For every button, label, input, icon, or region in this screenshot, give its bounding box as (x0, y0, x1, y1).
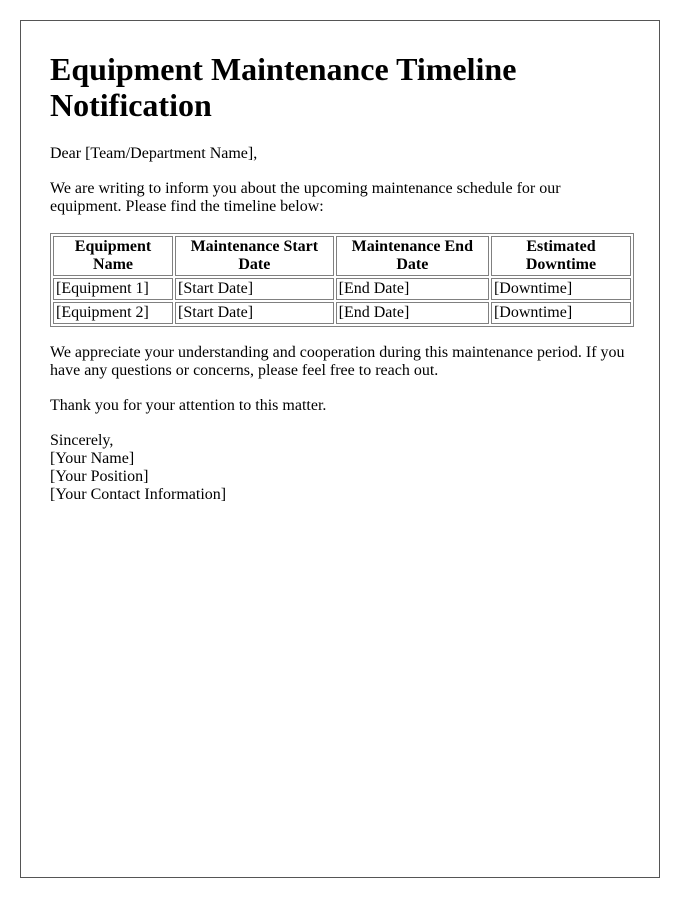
table-row: [Equipment 1] [Start Date] [End Date] [D… (53, 278, 631, 300)
header-start-date: Maintenance Start Date (175, 236, 334, 276)
intro-paragraph: We are writing to inform you about the u… (50, 180, 561, 215)
cell-end-date: [End Date] (335, 278, 489, 300)
signer-contact: [Your Contact Information] (50, 486, 227, 503)
cell-start-date: [Start Date] (175, 302, 334, 324)
letter-content: Equipment Maintenance Timeline Notificat… (50, 51, 634, 504)
cell-equipment-name: [Equipment 1] (53, 278, 174, 300)
cell-downtime: [Downtime] (490, 278, 631, 300)
cell-downtime: [Downtime] (490, 302, 631, 324)
cell-equipment-name: [Equipment 2] (53, 302, 174, 324)
salutation: Dear [Team/Department Name], (50, 145, 258, 162)
closing: Sincerely, (50, 432, 114, 449)
table-header-row: Equipment Name Maintenance Start Date Ma… (53, 236, 631, 276)
letter-page: Equipment Maintenance Timeline Notificat… (20, 20, 660, 878)
maintenance-timeline-table: Equipment Name Maintenance Start Date Ma… (50, 233, 634, 327)
signature-block: Sincerely, [Your Name] [Your Position] [… (50, 432, 634, 504)
thanks-paragraph: Thank you for your attention to this mat… (50, 397, 327, 414)
page-title: Equipment Maintenance Timeline Notificat… (50, 51, 517, 123)
signer-name: [Your Name] (50, 450, 135, 467)
appreciation-paragraph: We appreciate your understanding and coo… (50, 344, 625, 379)
table-row: [Equipment 2] [Start Date] [End Date] [D… (53, 302, 631, 324)
header-estimated-downtime: Estimated Downtime (490, 236, 631, 276)
header-end-date: Maintenance End Date (335, 236, 489, 276)
cell-end-date: [End Date] (335, 302, 489, 324)
signer-position: [Your Position] (50, 468, 149, 485)
header-equipment-name: Equipment Name (53, 236, 174, 276)
cell-start-date: [Start Date] (175, 278, 334, 300)
